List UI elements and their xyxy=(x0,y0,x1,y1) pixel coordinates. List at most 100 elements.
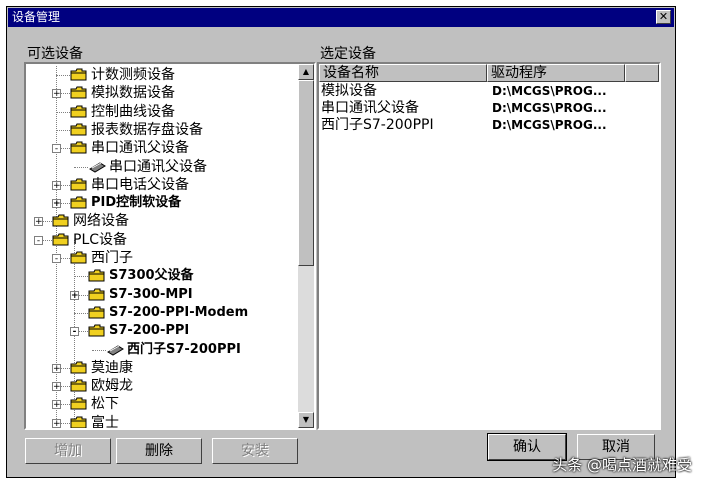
tree-branch-line xyxy=(74,312,88,314)
tree-item[interactable]: + 欧姆龙 xyxy=(26,377,296,395)
tree-item-label: PLC设备 xyxy=(73,231,128,248)
tree-item-label: 莫迪康 xyxy=(91,359,133,376)
tree-item[interactable]: + 串口电话父设备 xyxy=(26,176,296,194)
folder-icon xyxy=(88,288,105,301)
tree-item-label: 西门子 xyxy=(91,250,133,266)
watermark: 头条 @喝点酒就难受 xyxy=(552,456,692,474)
close-button[interactable]: ✕ xyxy=(656,10,671,24)
tree-branch-line xyxy=(56,129,70,131)
tree-item[interactable]: 控制曲线设备 xyxy=(26,103,296,121)
tree-item-label: 控制曲线设备 xyxy=(91,103,175,120)
folder-icon xyxy=(88,306,105,319)
scroll-thumb[interactable] xyxy=(298,80,314,266)
expand-icon[interactable]: + xyxy=(52,363,61,373)
install-button[interactable]: 安装 xyxy=(212,438,298,464)
tree-item-label: 模拟数据设备 xyxy=(91,85,175,102)
tree-item-label: 富士 xyxy=(91,414,119,430)
tree-item[interactable]: + 富士 xyxy=(26,414,296,430)
collapse-icon[interactable]: - xyxy=(70,327,79,337)
expand-icon[interactable]: + xyxy=(52,382,61,392)
available-devices-tree[interactable]: 计数测频设备 + 模拟数据设备 控制曲线设备 报表数据存盘设备 - 串口通讯父设备 串口通讯父… xyxy=(24,62,316,430)
available-devices-label: 可选设备 xyxy=(27,46,83,62)
tree-item[interactable]: + PID控制软设备 xyxy=(26,194,296,212)
column-header-device-name[interactable]: 设备名称 xyxy=(319,64,487,82)
row-1-driver[interactable]: D:\MCGS\PROG... xyxy=(492,100,607,116)
tree-item-label: 串口通讯父设备 xyxy=(109,158,207,175)
tree-item[interactable]: + 莫迪康 xyxy=(26,359,296,377)
tree-branch-line xyxy=(74,166,88,168)
tree-item[interactable]: - PLC设备 xyxy=(26,231,296,249)
tree-item-label: 串口电话父设备 xyxy=(91,176,189,193)
title-bar[interactable]: 设备管理 ✕ xyxy=(8,8,674,27)
expand-icon[interactable]: + xyxy=(52,89,61,99)
tree-item-label: 串口通讯父设备 xyxy=(91,140,189,157)
scroll-down-button[interactable]: ▼ xyxy=(298,412,314,428)
folder-icon xyxy=(70,86,87,99)
tree-item[interactable]: 西门子S7-200PPI xyxy=(26,341,296,359)
tree-item-label: PID控制软设备 xyxy=(91,195,182,211)
tree-item-label: 网络设备 xyxy=(73,213,129,230)
folder-icon xyxy=(70,361,87,374)
row-1-name[interactable]: 串口通讯父设备 xyxy=(321,100,419,116)
device-icon xyxy=(107,344,124,356)
folder-icon xyxy=(52,214,69,227)
tree-item-label: S7-200-PPI-Modem xyxy=(109,304,249,320)
tree-branch-line xyxy=(92,349,106,351)
expand-icon[interactable]: + xyxy=(34,217,43,227)
column-header-driver[interactable]: 驱动程序 xyxy=(487,64,625,82)
tree-item[interactable]: S7-200-PPI-Modem xyxy=(26,304,296,322)
tree-item[interactable]: - 串口通讯父设备 xyxy=(26,139,296,157)
tree-item[interactable]: - S7-200-PPI xyxy=(26,322,296,340)
tree-scrollbar[interactable]: ▲ ▼ xyxy=(298,64,314,428)
tree-branch-line xyxy=(74,276,88,278)
collapse-icon[interactable]: - xyxy=(52,254,61,264)
expand-icon[interactable]: + xyxy=(52,418,61,428)
tree-item[interactable]: - 西门子 xyxy=(26,249,296,267)
folder-icon xyxy=(88,324,105,337)
folder-icon xyxy=(70,196,87,209)
tree-item[interactable]: + 网络设备 xyxy=(26,212,296,230)
expand-icon[interactable]: + xyxy=(70,290,79,300)
folder-icon xyxy=(70,141,87,154)
expand-icon[interactable]: + xyxy=(52,400,61,410)
row-2-name[interactable]: 西门子S7-200PPI xyxy=(321,117,434,133)
tree-item[interactable]: + 模拟数据设备 xyxy=(26,84,296,102)
device-icon xyxy=(89,161,106,173)
tree-item-label: 松下 xyxy=(91,396,119,413)
tree-item-label: S7300父设备 xyxy=(109,268,194,284)
tree-branch-line xyxy=(56,75,70,76)
folder-icon xyxy=(70,251,87,264)
tree-item-label: 西门子S7-200PPI xyxy=(127,341,241,357)
tree-item-label: 计数测频设备 xyxy=(91,67,175,83)
scroll-up-button[interactable]: ▲ xyxy=(298,64,314,80)
device-manager-window: 设备管理 ✕ 可选设备 计数测频设备 + 模拟数据设备 控制曲线设备 报表数据存盘设备 -… xyxy=(6,6,676,478)
tree-branch-line xyxy=(56,111,70,113)
tree-item[interactable]: + S7-300-MPI xyxy=(26,286,296,304)
collapse-icon[interactable]: - xyxy=(34,235,43,245)
tree-item[interactable]: 串口通讯父设备 xyxy=(26,158,296,176)
folder-icon xyxy=(70,379,87,392)
tree-item-label: 欧姆龙 xyxy=(91,378,133,395)
expand-icon[interactable]: + xyxy=(52,180,61,190)
column-header-spare xyxy=(625,64,659,82)
tree-item[interactable]: S7300父设备 xyxy=(26,267,296,285)
folder-icon xyxy=(88,269,105,282)
row-0-name[interactable]: 模拟设备 xyxy=(321,83,377,99)
tree-item-label: S7-300-MPI xyxy=(109,286,193,302)
collapse-icon[interactable]: - xyxy=(52,144,61,154)
row-2-driver[interactable]: D:\MCGS\PROG... xyxy=(492,117,607,133)
add-button[interactable]: 增加 xyxy=(25,438,111,464)
folder-icon xyxy=(70,68,87,81)
selected-devices-list[interactable]: 设备名称 驱动程序 模拟设备 D:\MCGS\PROG... 串口通讯父设备 D… xyxy=(317,62,661,430)
folder-icon xyxy=(70,397,87,410)
tree-item[interactable]: 报表数据存盘设备 xyxy=(26,121,296,139)
folder-icon xyxy=(70,416,87,428)
delete-button[interactable]: 删除 xyxy=(116,438,202,464)
folder-icon xyxy=(52,233,69,246)
folder-icon xyxy=(70,178,87,191)
tree-item[interactable]: 计数测频设备 xyxy=(26,66,296,84)
row-0-driver[interactable]: D:\MCGS\PROG... xyxy=(492,83,607,99)
window-title: 设备管理 xyxy=(12,10,61,24)
expand-icon[interactable]: + xyxy=(52,199,61,209)
tree-item[interactable]: + 松下 xyxy=(26,395,296,413)
